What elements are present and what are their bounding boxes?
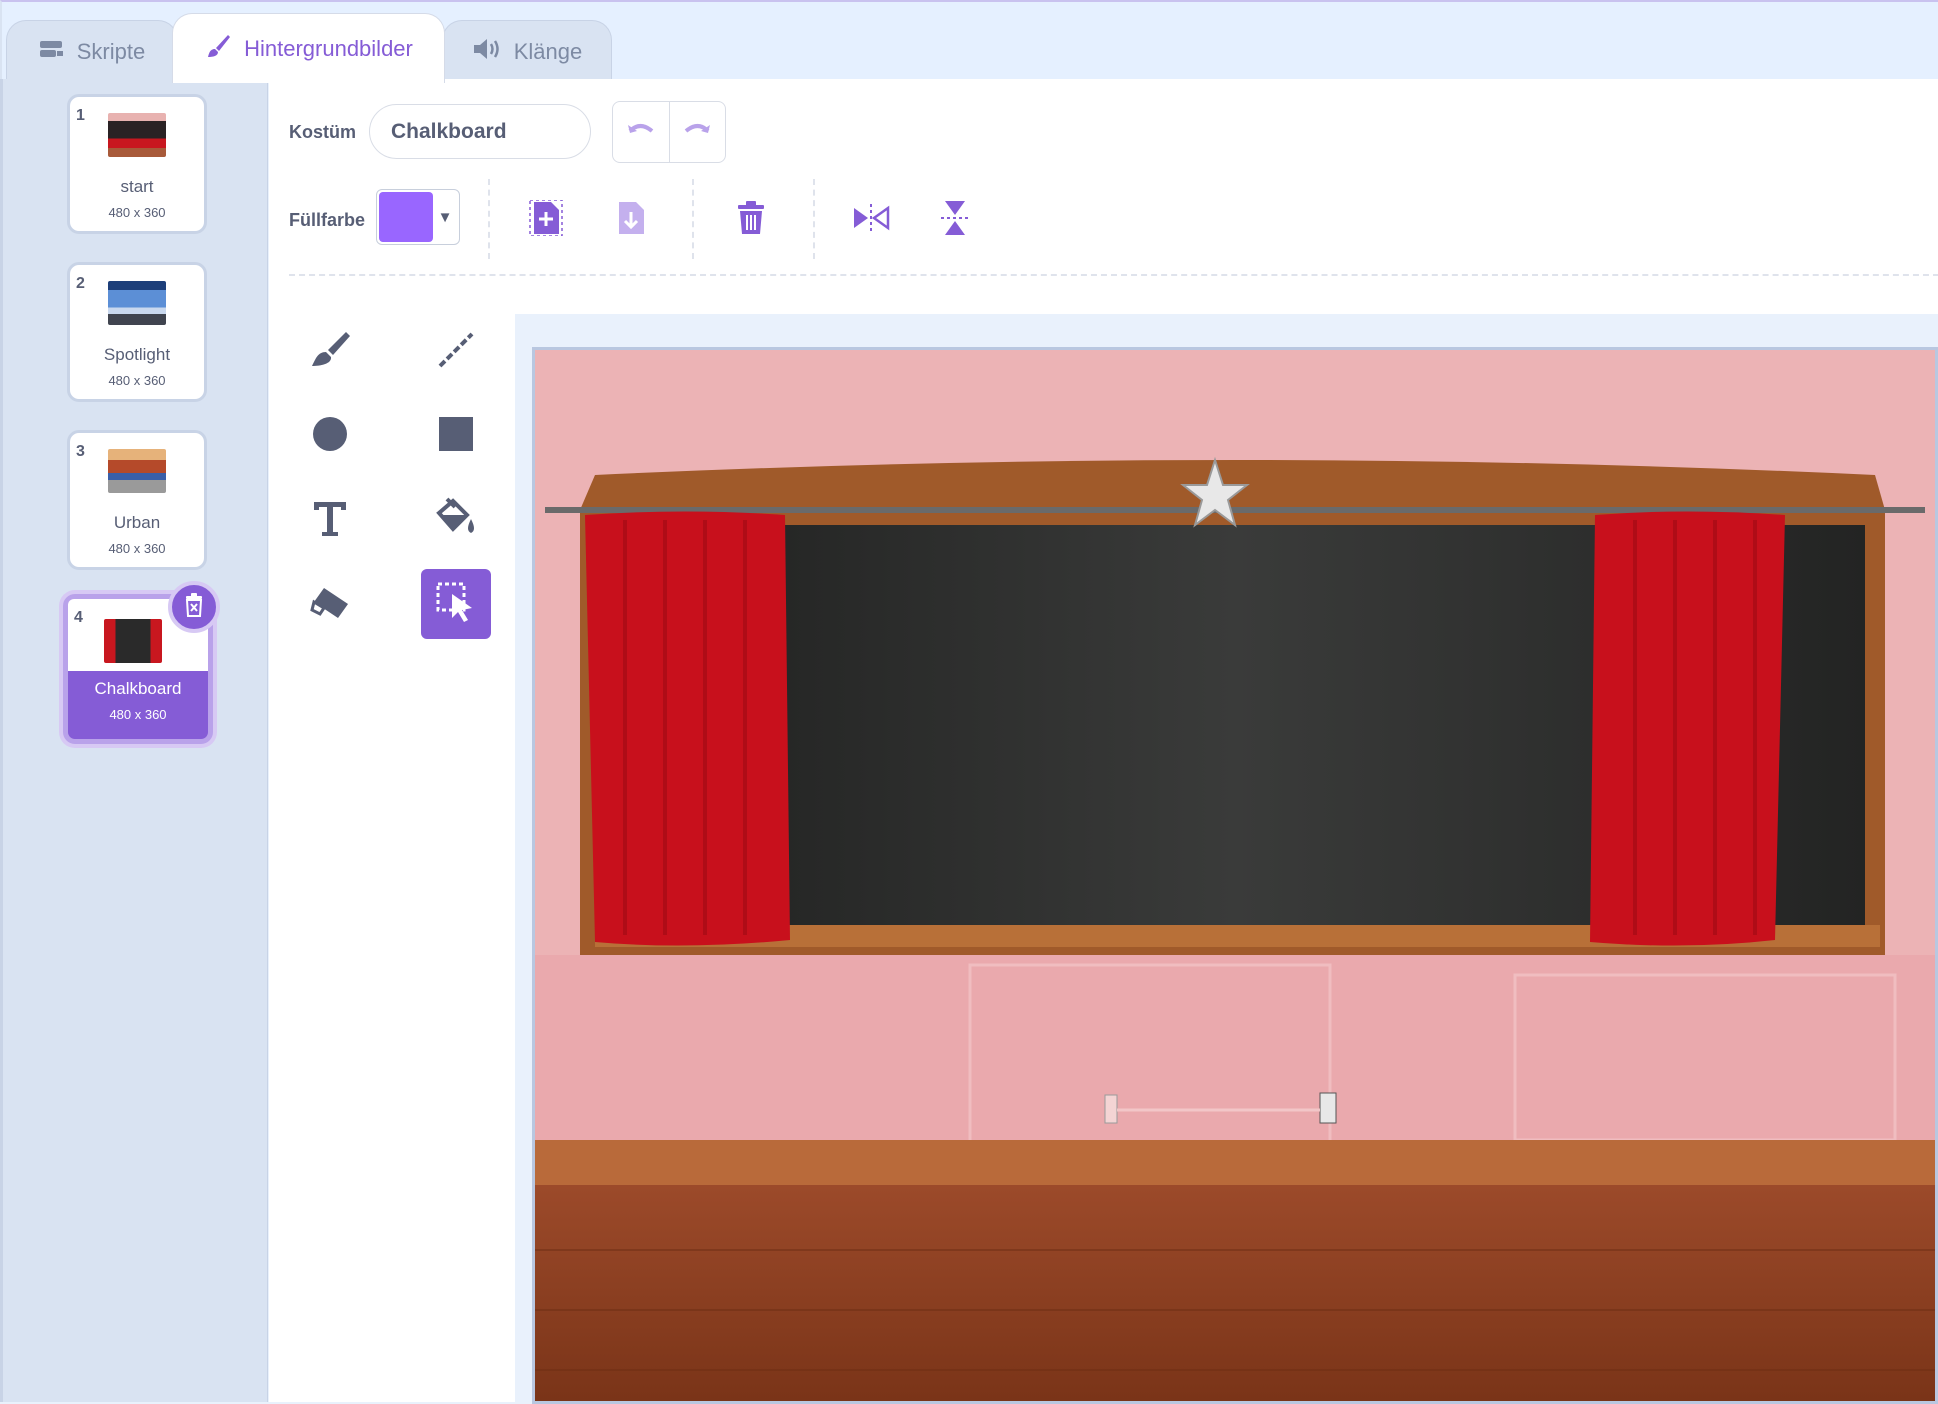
- text-tool[interactable]: [295, 485, 365, 555]
- backdrop-number: 4: [74, 609, 83, 626]
- delete-button[interactable]: [727, 196, 775, 244]
- backdrop-size: 480 x 360: [109, 707, 167, 722]
- paintbrush-icon: [204, 32, 232, 66]
- backdrop-number: 1: [76, 107, 85, 124]
- fill-color-picker[interactable]: ▼: [376, 189, 460, 245]
- circle-tool[interactable]: [295, 401, 365, 471]
- brush-tool-icon: [308, 330, 352, 375]
- backdrop-size: 480 x 360: [108, 373, 166, 388]
- delete-backdrop-button[interactable]: [168, 581, 220, 633]
- chevron-down-icon: ▼: [437, 208, 453, 226]
- brush-tool[interactable]: [295, 317, 365, 387]
- select-tool[interactable]: [421, 569, 491, 639]
- chalkboard-backdrop-image: [535, 350, 1935, 1401]
- fill-label: Füllfarbe: [289, 210, 366, 230]
- text-tool-icon: [310, 498, 350, 543]
- tab-sounds[interactable]: Klänge: [442, 20, 612, 82]
- speaker-icon: [472, 37, 502, 67]
- backdrop-item[interactable]: 3 Urban 480 x 360: [67, 430, 207, 570]
- editor-tab-bar: Skripte Hintergrundbilder Klänge: [0, 0, 1938, 83]
- circle-tool-icon: [310, 414, 350, 459]
- backdrop-thumbnail: [108, 449, 166, 493]
- eraser-tool[interactable]: [295, 569, 365, 639]
- costume-name-input[interactable]: Chalkboard: [369, 104, 591, 159]
- undo-icon: [626, 119, 656, 146]
- backdrop-size: 480 x 360: [108, 205, 166, 220]
- tab-code[interactable]: Skripte: [6, 20, 178, 82]
- flip-horizontal-icon: [852, 202, 890, 239]
- flip-horizontal-button[interactable]: [847, 196, 895, 244]
- eraser-tool-icon: [308, 582, 352, 627]
- divider: [289, 274, 1938, 276]
- backdrop-number: 2: [76, 275, 85, 292]
- trash-icon: [183, 592, 205, 622]
- flip-vertical-button[interactable]: [931, 196, 979, 244]
- trash-icon: [736, 200, 766, 240]
- backdrop-item[interactable]: 2 Spotlight 480 x 360: [67, 262, 207, 402]
- group-button[interactable]: [522, 196, 570, 244]
- divider: [488, 179, 490, 259]
- code-icon: [39, 39, 65, 65]
- backdrop-name: start: [120, 177, 154, 196]
- fill-tool-icon: [433, 497, 479, 544]
- undo-button[interactable]: [613, 102, 669, 162]
- ungroup-button[interactable]: [607, 196, 655, 244]
- tab-backdrops-label: Hintergrundbilder: [244, 35, 413, 61]
- backdrop-size: 480 x 360: [108, 541, 166, 556]
- backdrop-name: Urban: [113, 513, 161, 532]
- backdrop-list: 1 start 480 x 360 2 Spotlight 480 x 360 …: [0, 79, 268, 1402]
- tab-sounds-label: Klänge: [513, 38, 583, 64]
- paint-canvas[interactable]: [532, 347, 1938, 1404]
- divider: [813, 179, 815, 259]
- backdrop-thumbnail: [108, 113, 166, 157]
- undo-redo-group: [612, 101, 726, 163]
- divider: [692, 179, 694, 259]
- select-tool-icon: [434, 580, 478, 629]
- redo-icon: [682, 119, 712, 146]
- tab-backdrops[interactable]: Hintergrundbilder: [172, 13, 445, 83]
- line-tool[interactable]: [421, 317, 491, 387]
- backdrop-number: 3: [76, 443, 85, 460]
- redo-button[interactable]: [668, 102, 726, 162]
- flip-vertical-icon: [939, 199, 971, 242]
- fill-color-swatch: [379, 192, 433, 242]
- backdrop-name: Spotlight: [103, 345, 171, 364]
- backdrop-item[interactable]: 1 start 480 x 360: [67, 94, 207, 234]
- ungroup-icon: [614, 200, 648, 241]
- rectangle-tool[interactable]: [421, 401, 491, 471]
- rectangle-tool-icon: [436, 414, 476, 459]
- line-tool-icon: [436, 330, 476, 375]
- group-icon: [529, 198, 563, 241]
- backdrop-thumbnail: [108, 281, 166, 325]
- backdrop-name: Chalkboard: [94, 679, 182, 698]
- paint-editor: Kostüm Chalkboard Füllfarbe ▼: [269, 79, 1938, 1404]
- fill-tool[interactable]: [421, 485, 491, 555]
- costume-label: Kostüm: [289, 122, 356, 142]
- tab-code-label: Skripte: [76, 38, 146, 64]
- backdrop-thumbnail: [104, 619, 162, 663]
